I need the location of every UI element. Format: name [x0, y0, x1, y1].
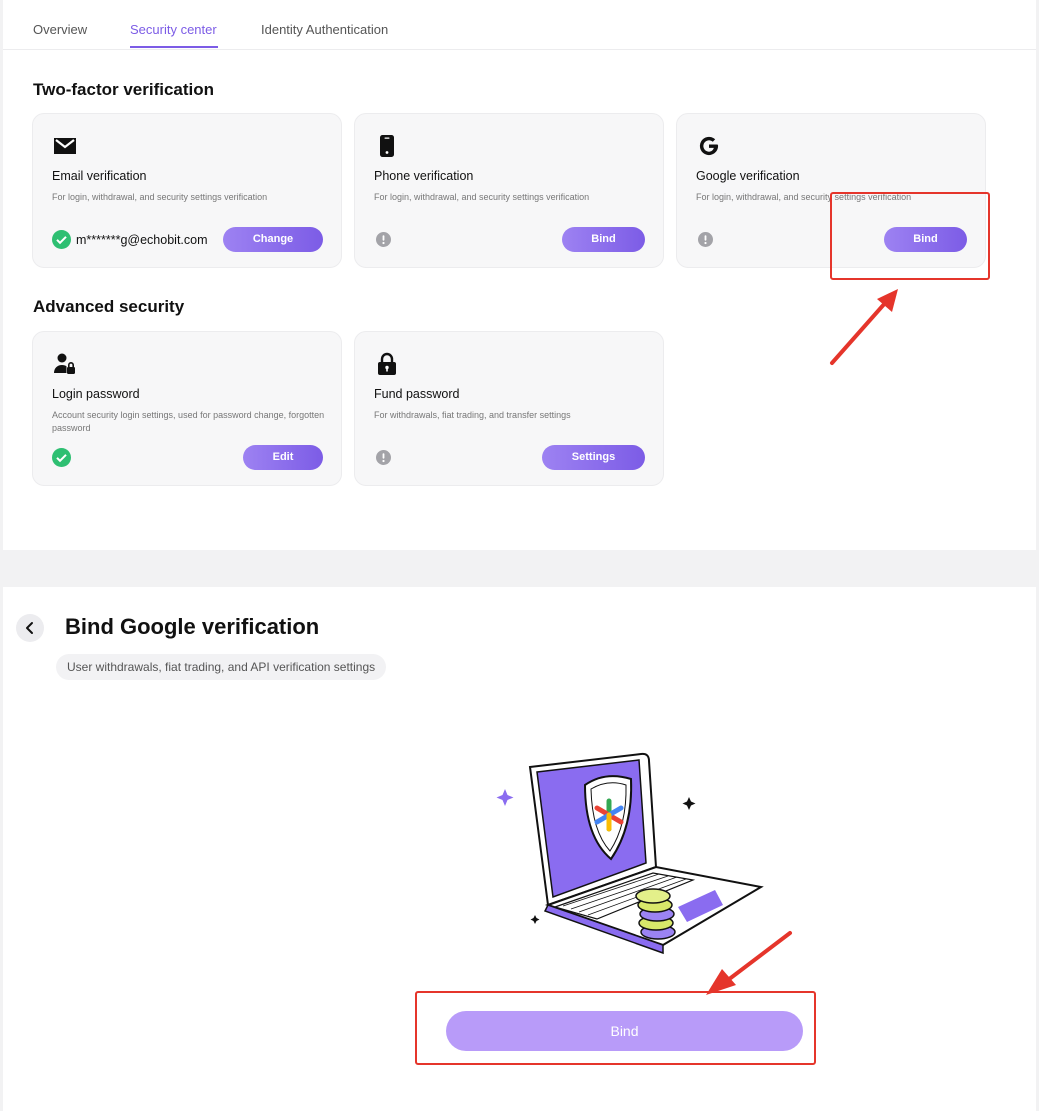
email-verification-card: Email verification For login, withdrawal… [32, 113, 342, 268]
pointer-arrow-icon [830, 289, 898, 365]
not-set-info-icon [698, 232, 713, 247]
fund-password-settings-button[interactable]: Settings [542, 445, 645, 470]
not-set-info-icon [376, 232, 391, 247]
phone-icon [375, 134, 399, 158]
google-g-icon [697, 134, 721, 158]
pointer-arrow-icon [706, 931, 792, 995]
login-password-title: Login password [52, 387, 140, 401]
page-title: Bind Google verification [65, 614, 320, 639]
google-verification-title: Google verification [696, 169, 800, 183]
email-verification-title: Email verification [52, 169, 147, 183]
padlock-icon [375, 352, 399, 376]
user-lock-icon [53, 352, 77, 376]
advanced-security-title: Advanced security [33, 297, 185, 316]
tab-bar: Overview Security center Identity Authen… [3, 0, 1036, 50]
fund-password-desc: For withdrawals, fiat trading, and trans… [374, 410, 571, 420]
tab-overview[interactable]: Overview [33, 22, 87, 37]
email-verification-desc: For login, withdrawal, and security sett… [52, 192, 268, 202]
two-factor-title: Two-factor verification [33, 80, 215, 99]
email-value: m*******g@echobit.com [76, 233, 208, 247]
back-button[interactable] [16, 614, 44, 642]
highlight-box [830, 192, 990, 280]
fund-password-card: Fund password For withdrawals, fiat trad… [354, 331, 664, 486]
tab-identity-authentication[interactable]: Identity Authentication [261, 22, 388, 37]
not-set-info-icon [376, 450, 391, 465]
bind-phone-button[interactable]: Bind [562, 227, 645, 252]
verified-check-icon [52, 230, 71, 249]
envelope-icon [53, 134, 77, 158]
highlight-box [415, 991, 816, 1065]
login-password-desc: Account security login settings, used fo… [52, 410, 325, 433]
change-email-button[interactable]: Change [223, 227, 323, 252]
page-subtitle: User withdrawals, fiat trading, and API … [56, 654, 387, 680]
fund-password-title: Fund password [374, 387, 460, 401]
phone-verification-card: Phone verification For login, withdrawal… [354, 113, 664, 268]
active-tab-indicator [130, 46, 218, 48]
login-password-card: Login password Account security login se… [32, 331, 342, 486]
phone-verification-title: Phone verification [374, 169, 474, 183]
edit-login-password-button[interactable]: Edit [243, 445, 323, 470]
chevron-left-icon [26, 622, 33, 634]
phone-verification-desc: For login, withdrawal, and security sett… [374, 192, 590, 202]
tab-security-center[interactable]: Security center [130, 22, 217, 37]
verified-check-icon [52, 448, 71, 467]
